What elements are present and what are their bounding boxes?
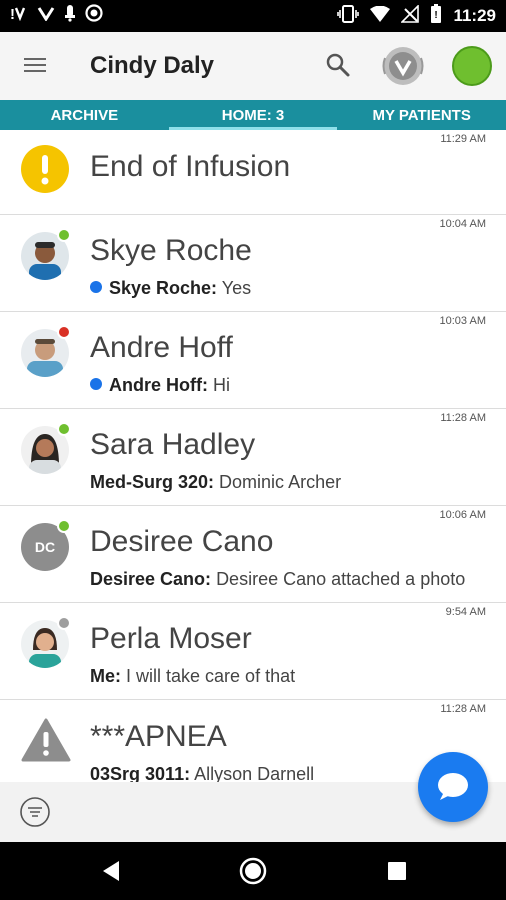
message-time: 10:06 AM xyxy=(439,509,486,521)
presence-badge xyxy=(57,616,71,630)
wifi-icon xyxy=(370,5,391,27)
message-sender: Desiree Cano: xyxy=(90,569,212,589)
presence-status[interactable] xyxy=(452,46,492,86)
message-time: 11:28 AM xyxy=(440,703,486,715)
battery-icon: ! xyxy=(430,3,442,29)
message-preview: Skye Roche: Yes xyxy=(90,278,251,299)
vibrate-icon xyxy=(337,4,360,28)
avatar: DC xyxy=(21,519,71,571)
conversation-name: Desiree Cano xyxy=(90,525,274,558)
message-time: 11:29 AM xyxy=(440,133,486,145)
avatar xyxy=(21,616,71,668)
search-icon[interactable] xyxy=(325,52,351,78)
conversation-name: End of Infusion xyxy=(90,150,291,183)
conversation-name: Skye Roche xyxy=(90,234,252,267)
record-icon xyxy=(85,4,103,28)
message-sender: Med-Surg 320: xyxy=(90,472,215,492)
alert-circle-icon xyxy=(21,145,69,193)
tab-home[interactable]: HOME: 3 xyxy=(168,100,338,130)
message-time: 10:04 AM xyxy=(439,218,486,230)
filter-icon[interactable] xyxy=(19,796,51,828)
page-title: Cindy Daly xyxy=(90,52,215,79)
svg-text:!: ! xyxy=(435,10,438,21)
list-item[interactable]: 10:04 AM Skye Roche Skye Roche: Yes xyxy=(0,215,506,312)
vocera-status-icon xyxy=(37,5,55,27)
presence-badge xyxy=(57,228,71,242)
vocera-badge-icon[interactable] xyxy=(381,44,425,88)
avatar xyxy=(21,422,71,474)
message-text: Hi xyxy=(213,375,230,395)
bell-icon xyxy=(64,4,76,28)
recents-icon[interactable] xyxy=(382,856,412,886)
message-preview: 03Srg 3011: Allyson Darnell xyxy=(90,764,314,782)
tab-archive[interactable]: ARCHIVE xyxy=(0,100,169,130)
tab-bar: ARCHIVE HOME: 3 MY PATIENTS xyxy=(0,100,506,130)
avatar xyxy=(21,325,71,377)
message-sender: Andre Hoff: xyxy=(109,375,208,395)
message-text: Desiree Cano attached a photo xyxy=(216,569,466,589)
message-sender: 03Srg 3011: xyxy=(90,764,191,782)
no-signal-icon xyxy=(400,3,420,28)
list-item[interactable]: 11:28 AM Sara Hadley Med-Surg 320: Domin… xyxy=(0,409,506,506)
notification-icon: ! xyxy=(10,5,28,27)
system-nav-bar xyxy=(0,842,506,900)
message-text: Dominic Archer xyxy=(219,472,342,492)
message-time: 9:54 AM xyxy=(445,606,486,618)
conversation-name: Sara Hadley xyxy=(90,428,256,461)
chat-bubble-icon xyxy=(438,773,468,800)
unread-indicator xyxy=(90,378,102,390)
message-text: Allyson Darnell xyxy=(194,764,315,782)
presence-badge xyxy=(57,519,71,533)
status-left-icons: ! xyxy=(10,4,103,28)
menu-icon[interactable] xyxy=(22,54,48,76)
avatar xyxy=(21,228,71,280)
svg-text:!: ! xyxy=(10,6,15,21)
message-preview: Andre Hoff: Hi xyxy=(90,375,230,396)
status-right-icons: ! 11:29 xyxy=(337,3,496,29)
message-sender: Me: xyxy=(90,666,121,686)
conversation-name: ***APNEA xyxy=(90,720,227,753)
avatar-initials: DC xyxy=(34,539,56,555)
new-message-button[interactable] xyxy=(418,752,488,822)
app-bar: Cindy Daly xyxy=(0,32,506,100)
status-bar: ! ! 11:29 xyxy=(0,0,506,32)
back-icon[interactable] xyxy=(97,856,127,886)
warning-triangle-icon xyxy=(21,718,71,766)
conversation-name: Perla Moser xyxy=(90,622,252,655)
message-preview: Me: I will take care of that xyxy=(90,666,295,687)
list-item[interactable]: 9:54 AM Perla Moser Me: I will take care… xyxy=(0,603,506,700)
conversation-name: Andre Hoff xyxy=(90,331,233,364)
list-item[interactable]: 11:29 AM End of Infusion xyxy=(0,130,506,215)
unread-indicator xyxy=(90,281,102,293)
message-time: 10:03 AM xyxy=(439,315,486,327)
conversation-list: 11:29 AM End of Infusion 10:04 AM Skye R… xyxy=(0,130,506,782)
message-sender: Skye Roche: xyxy=(109,278,218,298)
list-item[interactable]: 10:06 AM DC Desiree Cano Desiree Cano: D… xyxy=(0,506,506,603)
tab-my-patients[interactable]: MY PATIENTS xyxy=(337,100,506,130)
list-item[interactable]: 10:03 AM Andre Hoff Andre Hoff: Hi xyxy=(0,312,506,409)
presence-badge xyxy=(57,325,71,339)
message-preview: Med-Surg 320: Dominic Archer xyxy=(90,472,341,493)
message-time: 11:28 AM xyxy=(440,412,486,424)
status-time: 11:29 xyxy=(453,6,496,25)
message-text: Yes xyxy=(221,278,252,298)
presence-badge xyxy=(57,422,71,436)
message-text: I will take care of that xyxy=(126,666,296,686)
message-preview: Desiree Cano: Desiree Cano attached a ph… xyxy=(90,569,465,590)
home-icon[interactable] xyxy=(238,856,268,886)
